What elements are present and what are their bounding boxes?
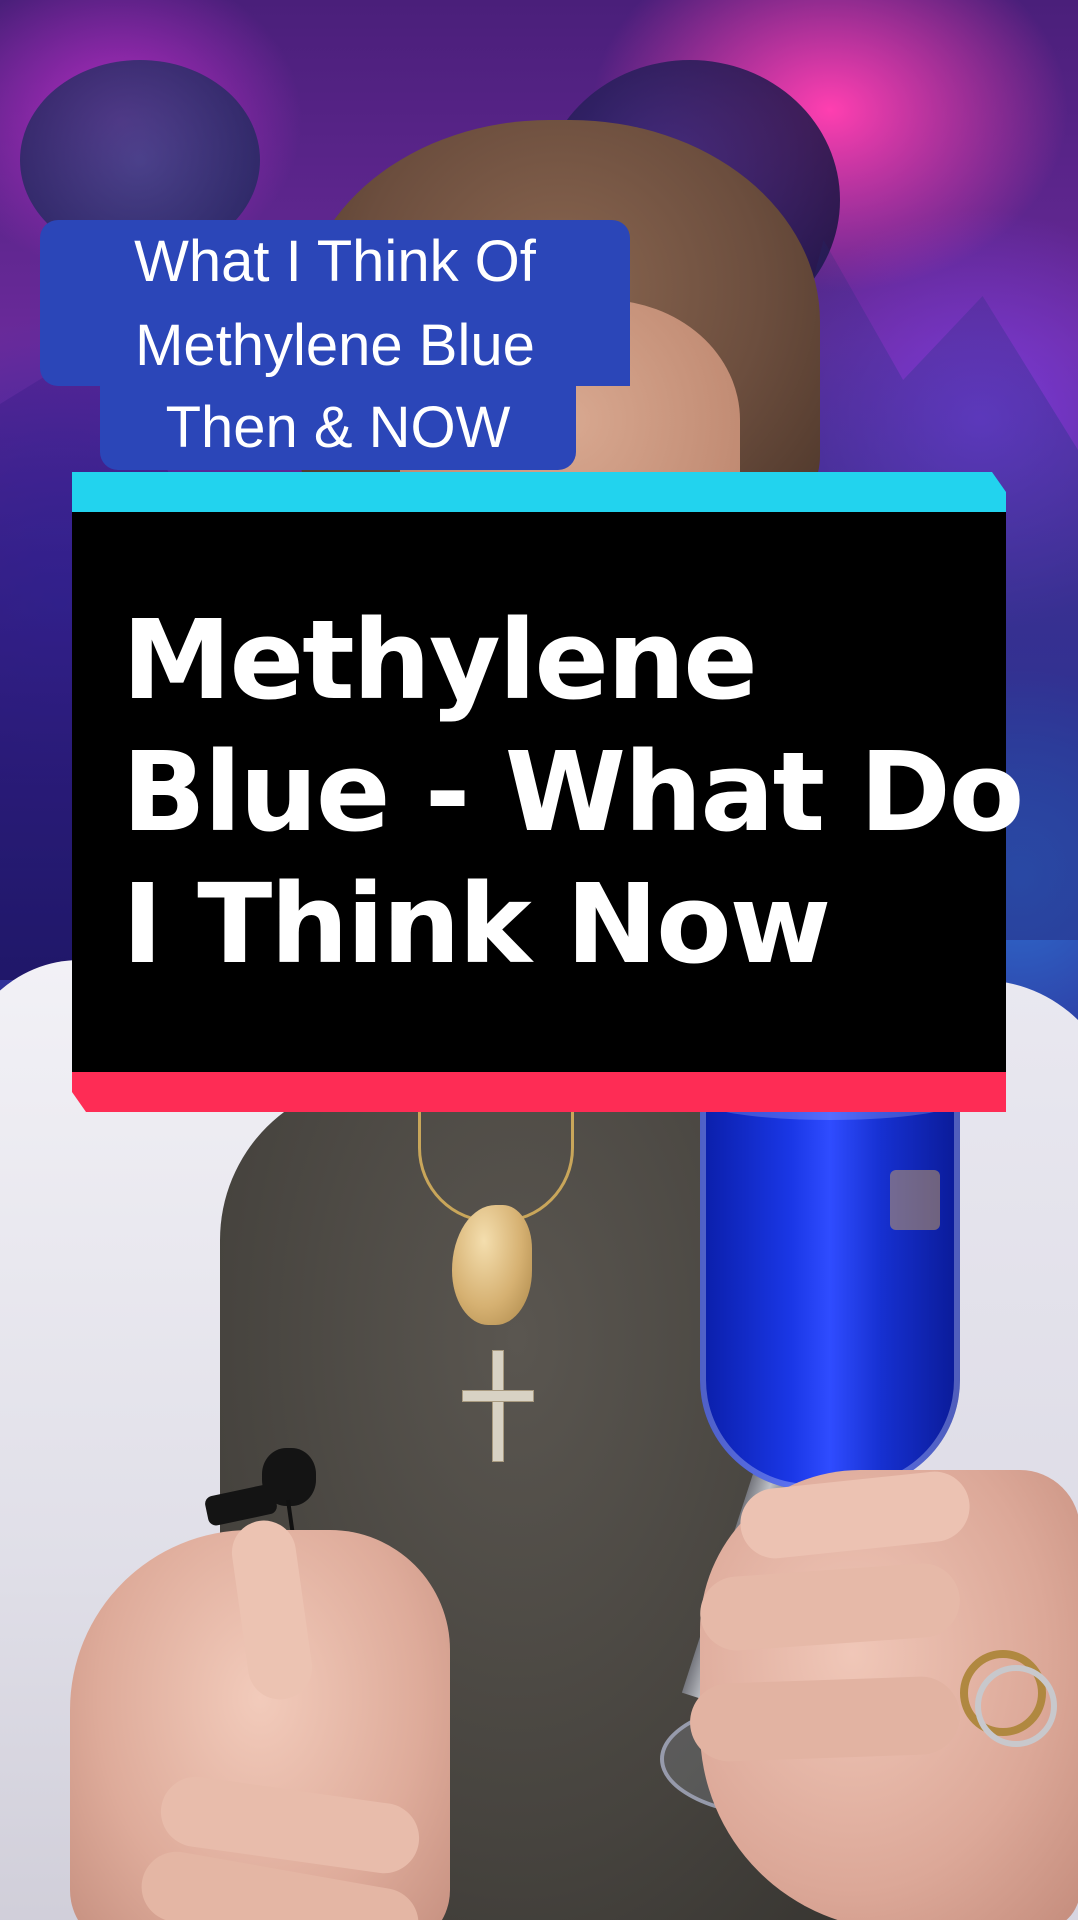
cross-pendant (492, 1350, 504, 1462)
video-frame[interactable]: What I Think Of Methylene Blue Then & NO… (0, 0, 1078, 1920)
lavalier-mic (262, 1448, 316, 1506)
title-line-2: Blue - What Do (122, 728, 1024, 856)
title-card-bottom-band (72, 1072, 1006, 1112)
title-card-top-band (72, 472, 1006, 512)
title-line-1: Methylene (122, 596, 758, 724)
blue-liquid-glass (700, 1080, 960, 1490)
cross-pendant-bar (462, 1390, 534, 1402)
silver-ring (975, 1665, 1057, 1747)
title-line-3: I Think Now (122, 860, 831, 988)
glass-logo (890, 1170, 940, 1230)
right-finger (688, 1675, 962, 1763)
title-card: Methylene Blue - What Do I Think Now (72, 472, 1024, 1112)
angel-wing-pendant (452, 1205, 532, 1325)
title-text: Methylene Blue - What Do I Think Now (122, 594, 1024, 990)
caption-line-2: Methylene Blue (40, 304, 630, 386)
caption-line-3: Then & NOW (100, 386, 576, 470)
caption-line-1: What I Think Of (40, 220, 630, 304)
